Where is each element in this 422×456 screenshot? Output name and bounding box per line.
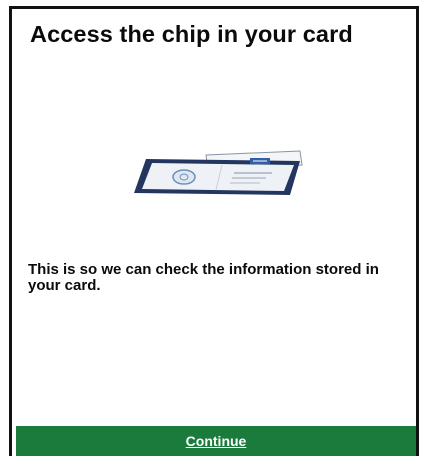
instruction-text: This is so we can check the information … — [28, 261, 379, 294]
continue-button-label: Continue — [185, 433, 247, 449]
phone-reading-card-icon — [122, 149, 312, 201]
continue-button[interactable]: Continue — [16, 426, 416, 456]
page-title: Access the chip in your card — [30, 21, 353, 47]
app-screen: Access the chip in your card This is so … — [9, 6, 419, 456]
